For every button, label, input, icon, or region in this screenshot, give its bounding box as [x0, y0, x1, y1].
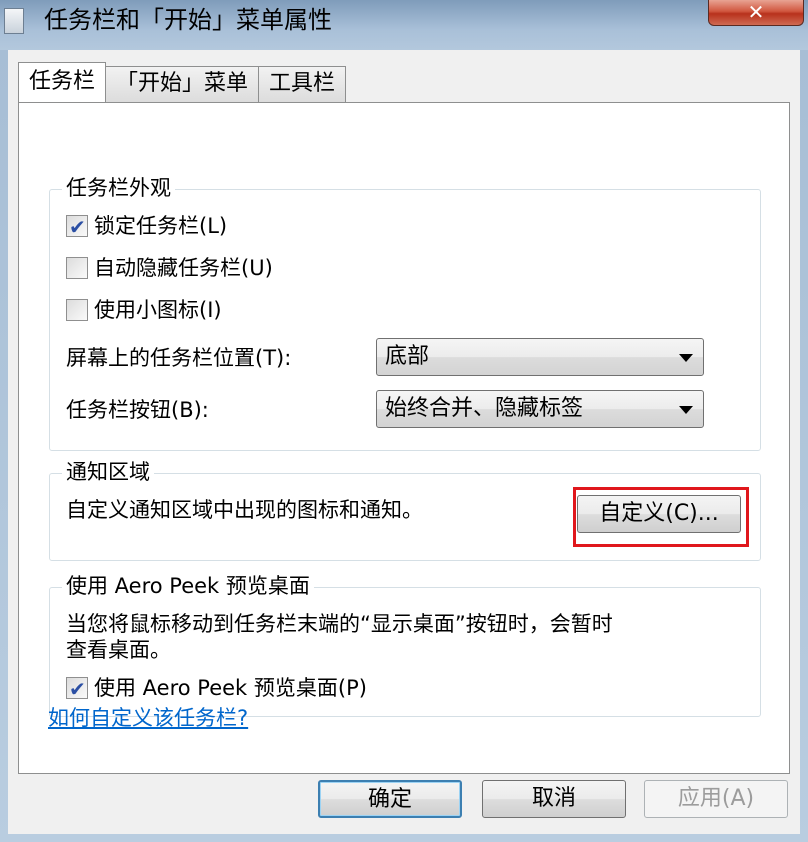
buttons-label: 任务栏按钮(B): — [66, 398, 209, 422]
title-bar[interactable]: 任务栏和「开始」菜单属性 ✕ — [0, 0, 808, 50]
tab-toolbars[interactable]: 工具栏 — [258, 66, 347, 102]
use-peek-row[interactable]: 使用 Aero Peek 预览桌面(P) — [66, 674, 367, 703]
close-button[interactable]: ✕ — [708, 0, 804, 26]
small-icons-checkbox[interactable] — [66, 299, 88, 321]
highlight-box — [573, 487, 749, 547]
apply-button[interactable]: 应用(A) — [644, 780, 788, 818]
small-icons-row[interactable]: 使用小图标(I) — [66, 296, 222, 324]
location-label: 屏幕上的任务栏位置(T): — [66, 346, 292, 370]
notification-description: 自定义通知区域中出现的图标和通知。 — [66, 498, 423, 522]
small-icons-label: 使用小图标(I) — [94, 298, 222, 322]
aero-peek-description-line1: 当您将鼠标移动到任务栏末端的“显示桌面”按钮时，会暂时 — [66, 612, 613, 636]
lock-taskbar-label: 锁定任务栏(L) — [94, 214, 228, 238]
chevron-down-icon — [679, 406, 693, 414]
lock-taskbar-row[interactable]: 锁定任务栏(L) — [66, 212, 228, 241]
aero-peek-group-title: 使用 Aero Peek 预览桌面 — [62, 572, 314, 600]
tab-start-menu[interactable]: 「开始」菜单 — [105, 66, 260, 102]
tab-panel: 任务栏外观 锁定任务栏(L) 自动隐藏任务栏(U) 使用小图标(I) 屏幕上的任… — [18, 102, 790, 774]
lock-taskbar-checkbox[interactable] — [66, 213, 88, 241]
appearance-group: 任务栏外观 锁定任务栏(L) 自动隐藏任务栏(U) 使用小图标(I) 屏幕上的任… — [49, 174, 761, 451]
auto-hide-row[interactable]: 自动隐藏任务栏(U) — [66, 254, 273, 282]
app-icon — [4, 8, 24, 34]
tab-taskbar[interactable]: 任务栏 — [18, 62, 107, 102]
use-peek-checkbox[interactable] — [66, 675, 88, 703]
tab-strip: 任务栏 「开始」菜单 工具栏 — [18, 62, 347, 102]
auto-hide-checkbox[interactable] — [66, 257, 88, 279]
aero-peek-group: 使用 Aero Peek 预览桌面 当您将鼠标移动到任务栏末端的“显示桌面”按钮… — [49, 572, 761, 717]
use-peek-label: 使用 Aero Peek 预览桌面(P) — [94, 676, 367, 700]
location-select[interactable]: 底部 — [376, 338, 704, 376]
dialog-client-area: 任务栏 「开始」菜单 工具栏 任务栏外观 锁定任务栏(L) 自动隐藏任务栏(U)… — [8, 50, 800, 834]
location-select-value: 底部 — [385, 344, 430, 369]
window-title: 任务栏和「开始」菜单属性 — [44, 6, 332, 34]
buttons-select-value: 始终合并、隐藏标签 — [385, 396, 584, 421]
notification-group-title: 通知区域 — [62, 458, 154, 486]
cancel-button[interactable]: 取消 — [482, 780, 626, 818]
ok-button[interactable]: 确定 — [318, 780, 462, 818]
appearance-group-title: 任务栏外观 — [62, 174, 175, 202]
chevron-down-icon — [679, 354, 693, 362]
dialog-window: 任务栏和「开始」菜单属性 ✕ 任务栏 「开始」菜单 工具栏 任务栏外观 锁定任务… — [0, 0, 808, 842]
aero-peek-description-line2: 查看桌面。 — [66, 638, 171, 662]
auto-hide-label: 自动隐藏任务栏(U) — [94, 256, 273, 280]
buttons-select[interactable]: 始终合并、隐藏标签 — [376, 390, 704, 428]
help-link[interactable]: 如何自定义该任务栏? — [48, 702, 248, 732]
